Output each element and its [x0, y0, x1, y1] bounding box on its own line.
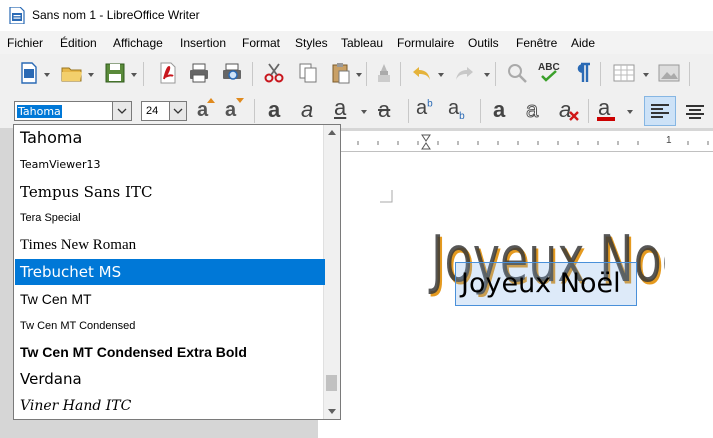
spellcheck-icon[interactable]: ABC: [537, 59, 561, 83]
font-list-item[interactable]: Times New Roman: [15, 232, 325, 258]
font-list-item[interactable]: Viner Hand ITC: [15, 393, 325, 419]
undo-dropdown[interactable]: [438, 73, 444, 77]
scroll-down-icon[interactable]: [328, 409, 336, 414]
toolbar-separator: [254, 99, 255, 123]
font-name-dropdown-button[interactable]: [112, 102, 131, 120]
insert-table-icon[interactable]: [612, 61, 636, 85]
insert-table-dropdown[interactable]: [643, 73, 649, 77]
print-icon[interactable]: [187, 61, 211, 85]
menu-fichier[interactable]: Fichier: [7, 36, 43, 50]
align-left-icon: [651, 104, 669, 118]
writer-app-icon: [9, 7, 25, 24]
export-pdf-icon[interactable]: [156, 61, 180, 85]
menu-format[interactable]: Format: [242, 36, 280, 50]
copy-icon[interactable]: [296, 61, 320, 85]
font-color-dropdown[interactable]: [627, 110, 633, 114]
subscript-icon[interactable]: ab: [448, 97, 465, 122]
clone-formatting-icon[interactable]: [372, 61, 396, 85]
save-icon[interactable]: [103, 61, 127, 85]
bold-icon[interactable]: a: [268, 97, 280, 123]
toolbar-separator: [588, 99, 589, 123]
menu-bar: Fichier Édition Affichage Insertion Format St…: [0, 31, 713, 54]
menu-formulaire[interactable]: Formulaire: [397, 36, 454, 50]
menu-styles[interactable]: Styles: [295, 36, 328, 50]
open-dropdown[interactable]: [88, 73, 94, 77]
align-center-icon[interactable]: [682, 98, 710, 126]
font-list-item[interactable]: Tw Cen MT Condensed Extra Bold: [15, 339, 325, 365]
cut-icon[interactable]: [262, 61, 286, 85]
font-list-item[interactable]: Verdana: [15, 366, 325, 392]
menu-insertion[interactable]: Insertion: [180, 36, 226, 50]
clear-x-icon: [569, 111, 579, 121]
toolbar-separator: [495, 62, 496, 86]
toolbar-separator: [143, 62, 144, 86]
font-list-item[interactable]: Tera Special: [15, 205, 325, 231]
toolbar-separator: [408, 99, 409, 123]
fontwork-text[interactable]: Joyeux Noël: [461, 268, 621, 299]
font-list-item[interactable]: Tw Cen MT: [15, 286, 325, 312]
chevron-down-icon: [173, 108, 183, 114]
save-dropdown[interactable]: [131, 73, 137, 77]
toolbar-separator: [689, 62, 690, 86]
svg-text:ABC: ABC: [538, 62, 560, 73]
outline-icon[interactable]: a: [525, 97, 538, 123]
menu-outils[interactable]: Outils: [468, 36, 499, 50]
grow-arrow-icon: [207, 98, 215, 103]
font-list-scrollbar[interactable]: [323, 125, 340, 419]
toolbar-separator: [600, 62, 601, 86]
menu-edition[interactable]: Édition: [60, 36, 97, 50]
strikethrough-icon[interactable]: a: [378, 97, 390, 123]
underline-dropdown[interactable]: [361, 110, 367, 114]
standard-toolbar: ABC: [0, 54, 713, 94]
paste-dropdown[interactable]: [356, 73, 362, 77]
superscript-icon[interactable]: ab: [416, 97, 433, 120]
page-corner-mark: [380, 190, 393, 203]
font-size-input[interactable]: 24: [141, 101, 187, 121]
insert-image-icon[interactable]: [657, 61, 681, 85]
new-document-icon[interactable]: [17, 61, 41, 85]
open-icon[interactable]: [60, 61, 84, 85]
font-list-item[interactable]: Tw Cen MT Condensed: [15, 313, 325, 339]
scroll-up-icon[interactable]: [328, 130, 336, 135]
ruler-ticks: [357, 134, 709, 150]
new-document-dropdown[interactable]: [44, 73, 50, 77]
font-list-item[interactable]: Tahoma: [15, 125, 325, 151]
redo-icon[interactable]: [452, 61, 476, 85]
underline-icon[interactable]: a: [334, 95, 346, 121]
toolbar-separator: [480, 99, 481, 123]
toolbar-separator: [366, 62, 367, 86]
chevron-down-icon: [117, 108, 127, 114]
align-left-button[interactable]: [644, 96, 676, 126]
font-color-bar: [597, 117, 615, 121]
scroll-thumb[interactable]: [326, 375, 337, 391]
font-size-dropdown-button[interactable]: [169, 102, 186, 120]
italic-icon[interactable]: a: [301, 97, 313, 123]
menu-tableau[interactable]: Tableau: [341, 36, 383, 50]
font-list-item[interactable]: Trebuchet MS: [15, 259, 325, 285]
font-list-item[interactable]: Tempus Sans ITC: [15, 179, 325, 205]
undo-icon[interactable]: [410, 61, 434, 85]
menu-affichage[interactable]: Affichage: [113, 36, 163, 50]
font-name-value: Tahoma: [17, 105, 62, 118]
menu-aide[interactable]: Aide: [571, 36, 595, 50]
font-name-input[interactable]: Tahoma: [14, 101, 132, 121]
print-preview-icon[interactable]: [220, 61, 244, 85]
font-list-item[interactable]: TeamViewer13: [15, 152, 325, 178]
shrink-arrow-icon: [236, 98, 244, 103]
horizontal-ruler[interactable]: 2 1: [318, 131, 713, 152]
font-size-value: 24: [146, 105, 159, 117]
window-title: Sans nom 1 - LibreOffice Writer: [32, 8, 200, 22]
title-bar: Sans nom 1 - LibreOffice Writer: [0, 0, 713, 31]
menu-fenetre[interactable]: Fenêtre: [516, 36, 557, 50]
toolbar-separator: [252, 62, 253, 86]
redo-dropdown[interactable]: [484, 73, 490, 77]
find-replace-icon[interactable]: [505, 61, 529, 85]
font-name-dropdown-list[interactable]: Tahoma TeamViewer13 Tempus Sans ITC Tera Sp…: [13, 124, 341, 420]
formatting-marks-icon[interactable]: [571, 61, 595, 85]
toolbar-separator: [400, 62, 401, 86]
paste-icon[interactable]: [329, 61, 353, 85]
shrink-font-icon[interactable]: a: [225, 99, 236, 122]
shadow-icon[interactable]: a: [493, 97, 505, 123]
